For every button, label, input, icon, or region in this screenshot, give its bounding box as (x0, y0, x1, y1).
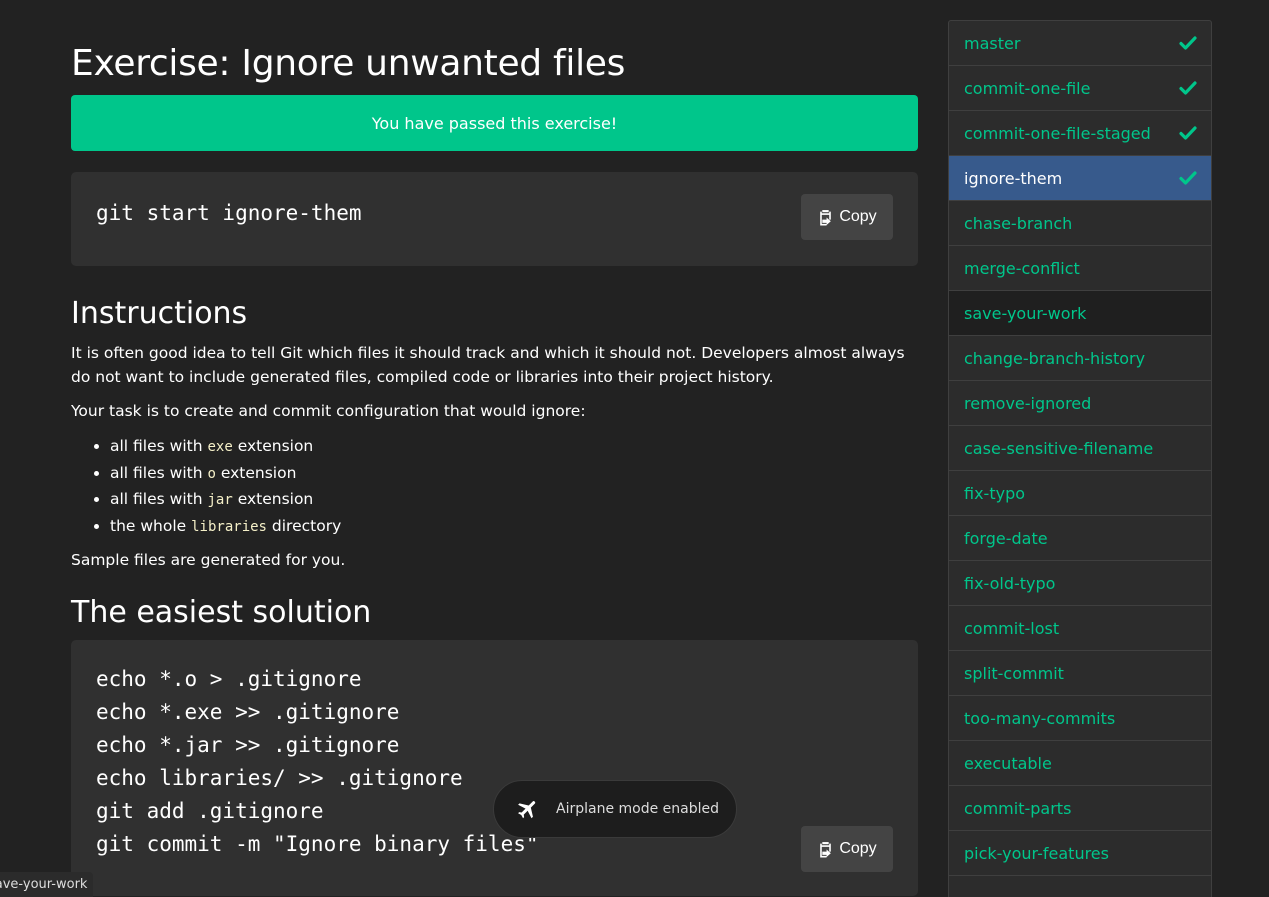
success-message: You have passed this exercise! (371, 113, 618, 133)
code-line: echo *.exe >> .gitignore (96, 700, 400, 724)
sidebar-item-label: pick-your-features (964, 843, 1109, 863)
sidebar-item-label: ignore-them (964, 168, 1063, 188)
sidebar-item-label: forge-date (964, 528, 1048, 548)
sidebar-item-label: commit-one-file (964, 78, 1091, 98)
code-line: echo *.jar >> .gitignore (96, 733, 400, 757)
start-command-box: git start ignore-them Copy (71, 172, 918, 266)
list-item: the whole libraries directory (110, 514, 341, 541)
sidebar-item-commit-lost[interactable]: commit-lost (949, 606, 1211, 651)
task-list: all files with exe extension all files w… (71, 434, 341, 540)
sidebar-item-label: master (964, 33, 1021, 53)
copy-start-command-button[interactable]: Copy (801, 194, 893, 240)
airplane-icon (518, 801, 536, 819)
inline-code: libraries (191, 518, 267, 535)
sidebar-item-label: too-many-commits (964, 708, 1116, 728)
copy-button-label: Copy (839, 208, 877, 225)
toast-message: Airplane mode enabled (556, 801, 720, 817)
page-root: Exercise: Ignore unwanted files You have… (0, 0, 1269, 897)
sidebar-item-pick-your-features[interactable]: pick-your-features (949, 831, 1211, 876)
sidebar-item-fix-typo[interactable]: fix-typo (949, 471, 1211, 516)
checkmark-icon (1179, 126, 1197, 140)
sidebar-item-commit-one-file[interactable]: commit-one-file (949, 66, 1211, 111)
copy-solution-button[interactable]: Copy (801, 826, 893, 872)
list-item: all files with exe extension (110, 434, 341, 461)
sidebar-item-merge-conflict[interactable]: merge-conflict (949, 246, 1211, 291)
sidebar-item-more[interactable] (949, 876, 1211, 897)
sidebar-item-label: commit-parts (964, 798, 1072, 818)
list-item: all files with o extension (110, 461, 341, 488)
sidebar-item-split-commit[interactable]: split-commit (949, 651, 1211, 696)
sidebar-item-commit-parts[interactable]: commit-parts (949, 786, 1211, 831)
sidebar-item-label: split-commit (964, 663, 1064, 683)
code-line: echo *.o > .gitignore (96, 667, 362, 691)
inline-code: jar (207, 492, 233, 508)
inline-code: exe (207, 439, 233, 455)
clipboard-icon (820, 209, 832, 225)
copy-button-label: Copy (839, 840, 877, 857)
status-link-url: save-your-work (0, 877, 88, 892)
checkmark-icon (1179, 36, 1197, 50)
sidebar-item-ignore-them[interactable]: ignore-them (949, 156, 1211, 201)
instructions-paragraph: It is often good idea to tell Git which … (71, 344, 905, 386)
sidebar-item-save-your-work[interactable]: save-your-work (949, 291, 1211, 336)
link-status-tooltip: save-your-work (0, 872, 94, 897)
sidebar-item-label: case-sensitive-filename (964, 438, 1154, 458)
sidebar-item-fix-old-typo[interactable]: fix-old-typo (949, 561, 1211, 606)
clipboard-icon (820, 841, 832, 857)
start-command: git start ignore-them (96, 201, 362, 225)
exercise-sidebar: master commit-one-file commit-one-file-sta… (948, 20, 1212, 897)
task-description: Your task is to create and commit config… (71, 402, 586, 420)
sample-files-note: Sample files are generated for you. (71, 551, 346, 569)
sidebar-item-label: fix-old-typo (964, 573, 1056, 593)
sidebar-item-executable[interactable]: executable (949, 741, 1211, 786)
instructions-heading: Instructions (71, 296, 248, 331)
code-line: git add .gitignore (96, 799, 324, 823)
sidebar-item-label: chase-branch (964, 213, 1073, 233)
sidebar-item-remove-ignored[interactable]: remove-ignored (949, 381, 1211, 426)
sidebar-item-label: commit-lost (964, 618, 1060, 638)
inline-code: o (207, 465, 216, 482)
sidebar-item-label: executable (964, 753, 1052, 773)
sidebar-item-forge-date[interactable]: forge-date (949, 516, 1211, 561)
code-line: echo libraries/ >> .gitignore (96, 766, 463, 790)
sidebar-item-label: fix-typo (964, 483, 1026, 503)
sidebar-item-label: remove-ignored (964, 393, 1092, 413)
airplane-mode-toast: Airplane mode enabled (493, 780, 737, 838)
sidebar-item-case-sensitive-filename[interactable]: case-sensitive-filename (949, 426, 1211, 471)
sidebar-item-commit-one-file-staged[interactable]: commit-one-file-staged (949, 111, 1211, 156)
sidebar-item-change-branch-history[interactable]: change-branch-history (949, 336, 1211, 381)
list-item: all files with jar extension (110, 487, 341, 514)
solution-heading: The easiest solution (71, 595, 372, 630)
sidebar-item-too-many-commits[interactable]: too-many-commits (949, 696, 1211, 741)
sidebar-item-master[interactable]: master (949, 21, 1211, 66)
code-line: git commit -m "Ignore binary files" (96, 832, 539, 856)
sidebar-item-label: change-branch-history (964, 348, 1146, 368)
sidebar-item-chase-branch[interactable]: chase-branch (949, 201, 1211, 246)
sidebar-item-label: save-your-work (964, 303, 1087, 323)
sidebar-item-label: merge-conflict (964, 258, 1080, 278)
page-title: Exercise: Ignore unwanted files (71, 43, 626, 84)
success-banner: You have passed this exercise! (71, 95, 918, 151)
solution-code: echo *.o > .gitignore echo *.exe >> .git… (96, 663, 539, 861)
sidebar-item-label: commit-one-file-staged (964, 123, 1151, 143)
checkmark-icon (1179, 81, 1197, 95)
solution-code-box: echo *.o > .gitignore echo *.exe >> .git… (71, 640, 918, 896)
checkmark-icon (1179, 171, 1197, 185)
